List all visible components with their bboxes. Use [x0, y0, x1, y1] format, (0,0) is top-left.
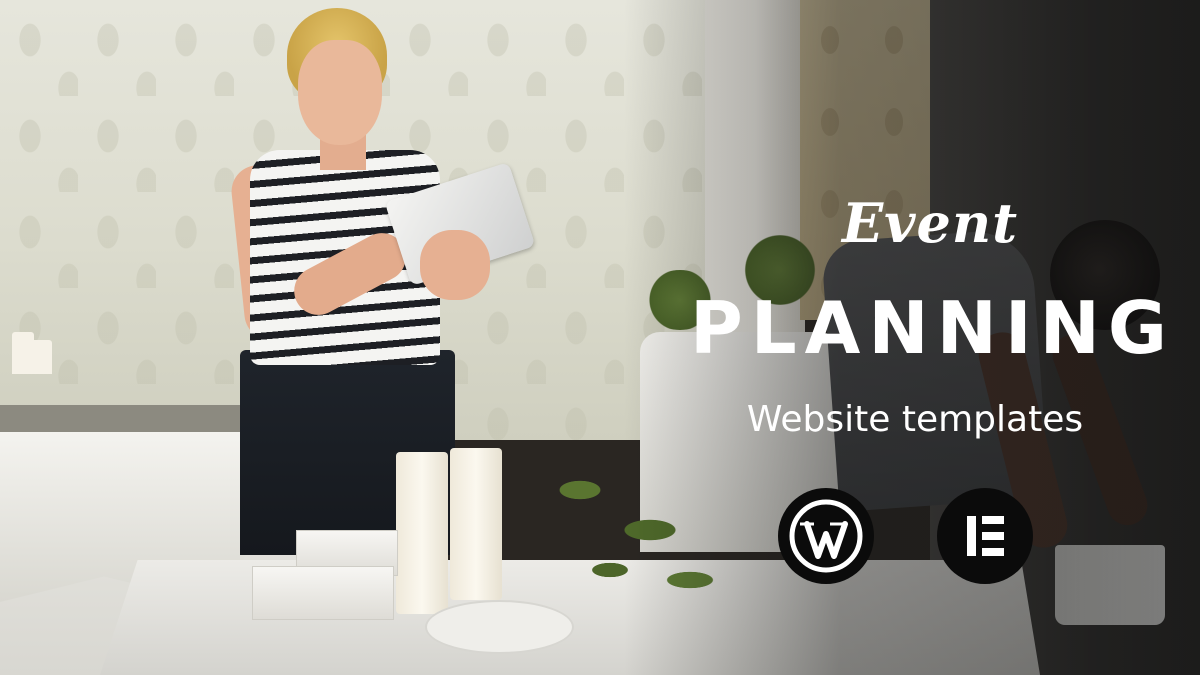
- headline-planning: PLANNING: [690, 286, 1176, 370]
- event-planning-banner: Event PLANNING Website templates: [0, 0, 1200, 675]
- wordpress-logo-icon: [778, 488, 874, 584]
- subtitle-website-templates: Website templates: [746, 399, 1084, 440]
- elementor-logo-icon: [937, 488, 1033, 584]
- script-title-event: Event: [841, 191, 1019, 255]
